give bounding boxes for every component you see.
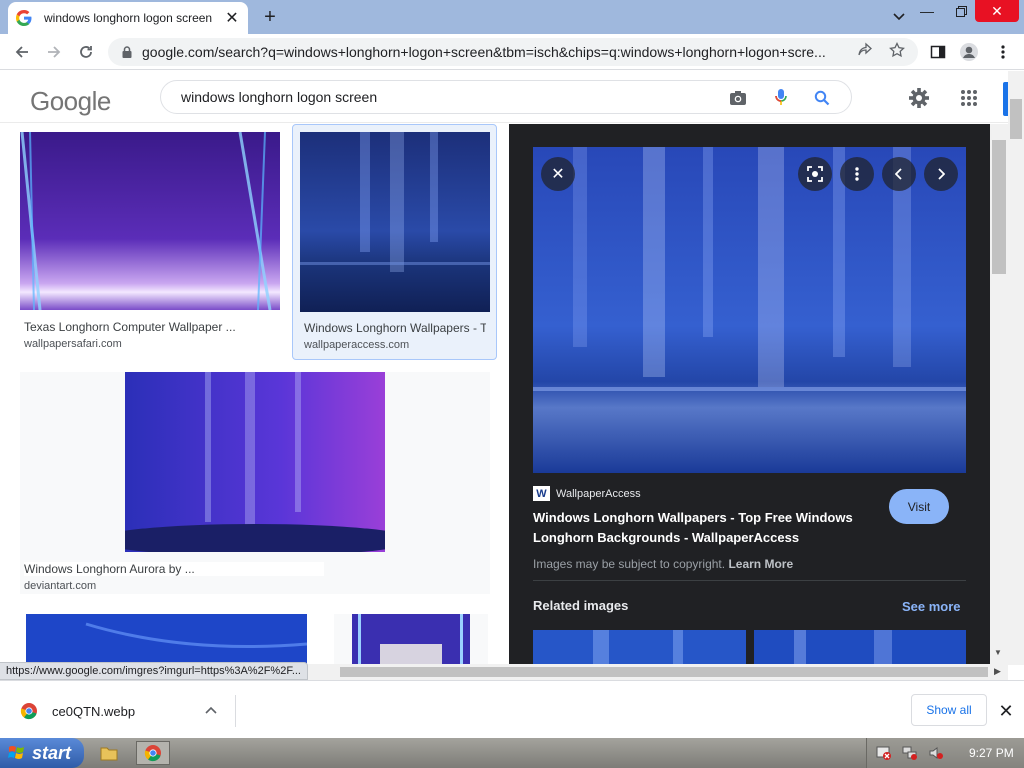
search-query: windows longhorn logon screen — [181, 89, 378, 105]
tab-title: windows longhorn logon screen — [44, 11, 213, 25]
os-taskbar: start 9:27 PM — [0, 738, 1024, 768]
forward-arrow-icon[interactable] — [44, 42, 64, 62]
preview-image[interactable] — [533, 147, 966, 473]
taskbar-chrome[interactable] — [136, 741, 170, 765]
result-card-selected[interactable]: Windows Longhorn Wallpapers - Top Free .… — [292, 124, 497, 360]
next-image-icon[interactable] — [924, 157, 958, 191]
result-card[interactable] — [26, 614, 308, 664]
show-all-button[interactable]: Show all — [911, 694, 987, 726]
preview-source[interactable]: W WallpaperAccess — [533, 486, 641, 501]
start-button[interactable]: start — [0, 738, 84, 768]
start-label: start — [32, 742, 72, 763]
restore-icon[interactable] — [946, 0, 976, 22]
close-downloads-icon[interactable]: ✕ — [996, 701, 1016, 721]
related-images-heading: Related images — [533, 598, 629, 613]
previous-image-icon[interactable] — [882, 157, 916, 191]
result-title[interactable]: Texas Longhorn Computer Wallpaper ... — [24, 320, 278, 334]
chrome-file-icon — [20, 703, 37, 720]
result-card[interactable]: Texas Longhorn Computer Wallpaper ... wa… — [20, 132, 282, 358]
result-thumbnail[interactable] — [125, 372, 385, 552]
google-lens-icon[interactable] — [798, 157, 832, 191]
lock-icon — [122, 46, 132, 58]
google-apps-grid-icon[interactable] — [958, 87, 980, 109]
scroll-down-arrow-icon[interactable]: ▼ — [994, 648, 1002, 657]
result-thumbnail[interactable] — [20, 132, 280, 310]
browser-toolbar: google.com/search?q=windows+longhorn+log… — [0, 34, 1024, 70]
bookmark-star-icon[interactable] — [888, 41, 906, 59]
address-bar[interactable]: google.com/search?q=windows+longhorn+log… — [108, 38, 918, 66]
copyright-text: Images may be subject to copyright. — [533, 557, 726, 571]
minimize-icon[interactable]: — — [912, 0, 942, 22]
result-site: wallpaperaccess.com — [304, 339, 410, 351]
chrome-icon — [144, 745, 161, 762]
result-title[interactable]: Windows Longhorn Wallpapers - Top Free .… — [304, 321, 486, 335]
copyright-notice: Images may be subject to copyright. Lear… — [533, 557, 793, 571]
folder-icon — [100, 747, 118, 761]
back-arrow-icon[interactable] — [12, 42, 32, 62]
link-status-bar: https://www.google.com/imgres?imgurl=htt… — [0, 662, 308, 680]
browser-tab[interactable]: windows longhorn logon screen ✕ — [8, 2, 248, 34]
google-header: Google windows longhorn logon screen — [0, 71, 1008, 123]
windows-flag-icon — [8, 746, 24, 759]
visit-button[interactable]: Visit — [889, 489, 949, 524]
learn-more-link[interactable]: Learn More — [728, 557, 793, 571]
search-icon[interactable] — [813, 89, 831, 107]
tab-close-icon[interactable]: ✕ — [224, 10, 240, 27]
page-scrollbar[interactable] — [1008, 71, 1024, 665]
share-icon[interactable] — [856, 41, 874, 59]
scroll-right-arrow-icon[interactable]: ▶ — [994, 666, 1001, 677]
see-more-link[interactable]: See more — [902, 599, 961, 614]
chevron-up-icon[interactable] — [205, 705, 221, 717]
microphone-icon[interactable] — [772, 88, 790, 106]
side-panel-icon[interactable] — [928, 42, 948, 62]
download-file-name: ce0QTN.webp — [52, 703, 136, 719]
taskbar-explorer[interactable] — [92, 741, 126, 765]
google-logo[interactable]: Google — [30, 86, 111, 117]
result-thumbnail[interactable] — [300, 132, 490, 312]
more-options-icon[interactable] — [840, 157, 874, 191]
reload-icon[interactable] — [76, 42, 96, 62]
search-input[interactable]: windows longhorn logon screen — [160, 80, 852, 114]
tab-search-chevron-icon[interactable] — [886, 6, 912, 28]
url-text: google.com/search?q=windows+longhorn+log… — [142, 44, 826, 60]
source-name: WallpaperAccess — [556, 487, 641, 500]
taskbar-clock[interactable]: 9:27 PM — [969, 746, 1014, 760]
settings-gear-icon[interactable] — [908, 87, 930, 109]
source-logo-icon: W — [533, 486, 550, 501]
security-alert-icon[interactable] — [875, 744, 893, 762]
preview-title[interactable]: Windows Longhorn Wallpapers - Top Free W… — [533, 508, 883, 548]
volume-muted-icon[interactable] — [927, 744, 945, 762]
google-favicon-icon — [16, 10, 32, 26]
window-close-icon[interactable]: ✕ — [975, 0, 1019, 22]
result-site: wallpapersafari.com — [24, 338, 122, 350]
profile-avatar-icon[interactable] — [959, 42, 979, 62]
image-results-grid: Texas Longhorn Computer Wallpaper ... wa… — [0, 124, 508, 664]
scrollbar-thumb[interactable] — [992, 140, 1006, 274]
related-image[interactable] — [533, 630, 746, 664]
scrollbar-thumb[interactable] — [1010, 99, 1022, 139]
system-tray: 9:27 PM — [866, 738, 1024, 768]
camera-icon[interactable] — [729, 89, 747, 107]
download-item[interactable]: ce0QTN.webp — [14, 695, 236, 727]
result-thumbnail[interactable] — [352, 614, 470, 664]
result-title[interactable]: Windows Longhorn Aurora by ... — [24, 562, 324, 576]
downloads-bar: ce0QTN.webp Show all ✕ — [0, 680, 1024, 738]
tab-strip: windows longhorn logon screen ✕ + — ✕ — [0, 0, 1024, 34]
image-preview-panel: ✕ W WallpaperAccess Windows Longhorn Wal… — [509, 124, 990, 664]
result-site: deviantart.com — [24, 580, 97, 592]
scrollbar-thumb[interactable] — [340, 667, 988, 677]
result-thumbnail[interactable] — [26, 614, 307, 664]
close-preview-icon[interactable]: ✕ — [541, 157, 575, 191]
network-icon[interactable] — [901, 744, 919, 762]
preview-scrollbar[interactable]: ▼ — [990, 124, 1008, 664]
related-image[interactable] — [754, 630, 966, 664]
result-card[interactable]: Windows Longhorn Aurora by ... deviantar… — [20, 372, 490, 594]
new-tab-icon[interactable]: + — [260, 7, 280, 27]
browser-menu-icon[interactable] — [993, 42, 1013, 62]
result-card[interactable] — [334, 614, 488, 664]
divider — [533, 580, 966, 581]
